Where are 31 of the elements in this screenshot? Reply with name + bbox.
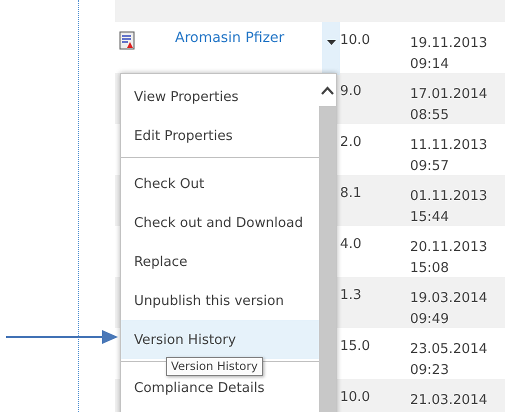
modified-cell-text: 01.11.2013 15:44 (410, 187, 488, 227)
version-cell-text: 1.3 (340, 286, 362, 303)
menu-item[interactable]: Replace (121, 242, 319, 281)
version-cell-text: 9.0 (340, 82, 362, 99)
menu-item[interactable]: Unpublish this version (121, 281, 319, 320)
menu-item[interactable]: Edit Properties (121, 116, 319, 155)
modified-cell-text: 19.11.2013 09:14 (410, 34, 488, 74)
modified-cell-text: 17.01.2014 08:55 (410, 85, 488, 125)
menu-item[interactable]: View Properties (121, 77, 319, 116)
document-link[interactable]: Aromasin Pfizer (167, 30, 284, 46)
version-cell-text: 2.0 (340, 133, 362, 150)
tooltip: Version History (166, 357, 263, 376)
version-cell-text: 4.0 (340, 235, 362, 252)
version-cell-text: 8.1 (340, 184, 362, 201)
modified-cell-text: 23.05.2014 09:23 (410, 340, 488, 380)
menu-item[interactable]: Check Out (121, 164, 319, 203)
menu-open-button[interactable] (322, 22, 340, 75)
version-cell-text: 15.0 (340, 337, 370, 354)
modified-cell-text: 21.03.2014 (410, 391, 488, 410)
scrollbar[interactable] (319, 74, 336, 412)
document-icon (119, 30, 135, 50)
modified-cell-text: 20.11.2013 15:08 (410, 238, 488, 278)
menu-item[interactable]: Check out and Download (121, 203, 319, 242)
menu-item[interactable]: Version History (121, 320, 319, 359)
caret-icon (326, 40, 336, 46)
modified-cell-text: 11.11.2013 09:57 (410, 136, 488, 176)
version-cell-text: 10.0 (340, 31, 370, 48)
version-cell-text: 10.0 (340, 388, 370, 405)
modified-cell-text: 19.03.2014 09:49 (410, 289, 488, 329)
arrow-icon (6, 330, 118, 344)
scroll-up-icon[interactable] (321, 86, 334, 94)
